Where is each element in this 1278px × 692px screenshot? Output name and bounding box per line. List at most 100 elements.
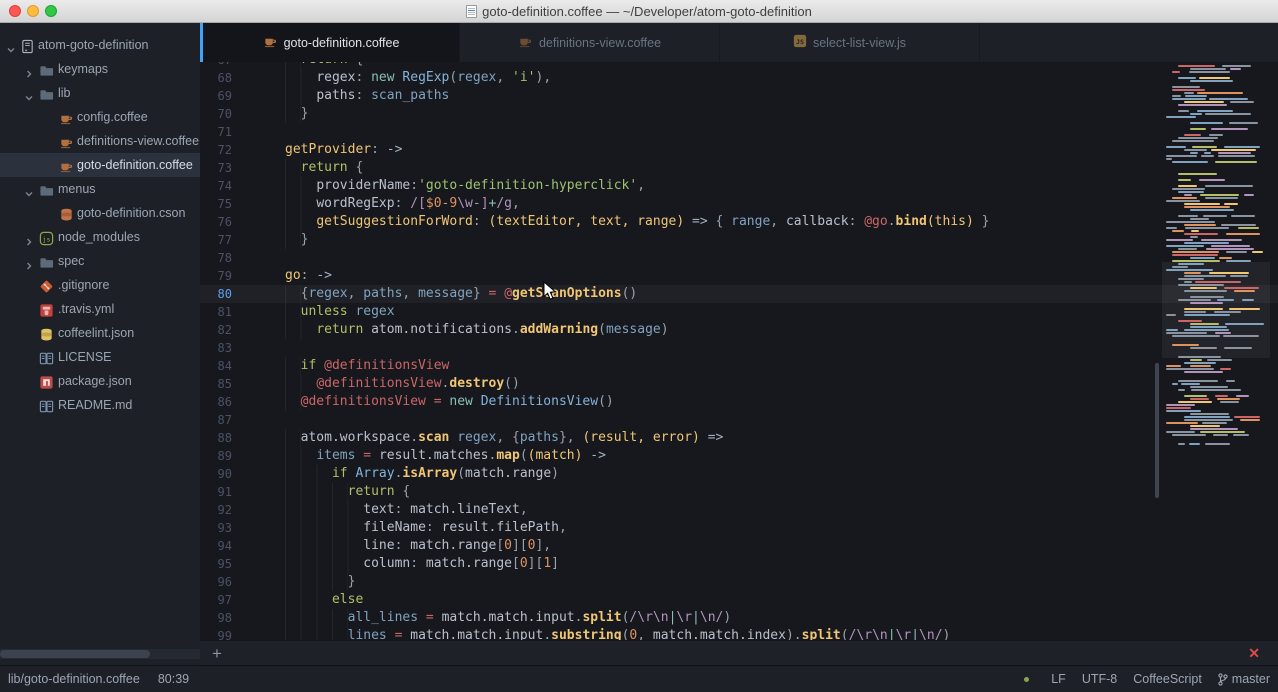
line-number[interactable]: 76 bbox=[200, 213, 232, 231]
tree-item-package-json[interactable]: package.json bbox=[0, 369, 200, 393]
code-line-80[interactable]: 80 {regex, paths, message} = @getScanOpt… bbox=[200, 285, 1278, 303]
tree-item-spec[interactable]: spec bbox=[0, 249, 200, 273]
code-line-67[interactable]: 67 return { bbox=[200, 62, 1278, 69]
line-number[interactable]: 71 bbox=[200, 123, 232, 141]
line-number[interactable]: 86 bbox=[200, 393, 232, 411]
tree-item-keymaps[interactable]: keymaps bbox=[0, 57, 200, 81]
tree-item-node-modules[interactable]: jsnode_modules bbox=[0, 225, 200, 249]
line-number[interactable]: 90 bbox=[200, 465, 232, 483]
line-number[interactable]: 91 bbox=[200, 483, 232, 501]
tree-item-readme-md[interactable]: README.md bbox=[0, 393, 200, 417]
plus-icon[interactable]: + bbox=[212, 642, 222, 665]
code-line-75[interactable]: 75 wordRegExp: /[$0-9\w-]+/g, bbox=[200, 195, 1278, 213]
line-number[interactable]: 93 bbox=[200, 519, 232, 537]
code-line-72[interactable]: 72getProvider: -> bbox=[200, 141, 1278, 159]
line-number[interactable]: 89 bbox=[200, 447, 232, 465]
line-number[interactable]: 85 bbox=[200, 375, 232, 393]
code-line-79[interactable]: 79go: -> bbox=[200, 267, 1278, 285]
line-number[interactable]: 81 bbox=[200, 303, 232, 321]
chevron-down-icon[interactable] bbox=[24, 183, 36, 195]
tree-item--travis-yml[interactable]: .travis.yml bbox=[0, 297, 200, 321]
code-line-70[interactable]: 70 } bbox=[200, 105, 1278, 123]
code-line-99[interactable]: 99 lines = match.match.input.substring(0… bbox=[200, 627, 1278, 640]
tree-horizontal-scrollbar[interactable] bbox=[0, 649, 200, 659]
line-number[interactable]: 82 bbox=[200, 321, 232, 339]
tab-goto-definition-coffee[interactable]: goto-definition.coffee bbox=[200, 23, 460, 62]
line-number[interactable]: 69 bbox=[200, 87, 232, 105]
line-number[interactable]: 95 bbox=[200, 555, 232, 573]
chevron-right-icon[interactable] bbox=[24, 63, 36, 75]
line-number[interactable]: 87 bbox=[200, 411, 232, 429]
code-line-89[interactable]: 89 items = result.matches.map((match) -> bbox=[200, 447, 1278, 465]
line-number[interactable]: 84 bbox=[200, 357, 232, 375]
code-line-85[interactable]: 85 @definitionsView.destroy() bbox=[200, 375, 1278, 393]
code-line-71[interactable]: 71 bbox=[200, 123, 1278, 141]
code-line-77[interactable]: 77 } bbox=[200, 231, 1278, 249]
code-line-96[interactable]: 96 } bbox=[200, 573, 1278, 591]
editor-vertical-scrollbar[interactable] bbox=[1155, 363, 1159, 498]
line-number[interactable]: 72 bbox=[200, 141, 232, 159]
code-line-87[interactable]: 87 bbox=[200, 411, 1278, 429]
code-line-93[interactable]: 93 fileName: result.filePath, bbox=[200, 519, 1278, 537]
line-number[interactable]: 99 bbox=[200, 627, 232, 640]
line-number[interactable]: 83 bbox=[200, 339, 232, 357]
line-number[interactable]: 80 bbox=[200, 285, 232, 303]
code-line-94[interactable]: 94 line: match.range[0][0], bbox=[200, 537, 1278, 555]
chevron-right-icon[interactable] bbox=[24, 231, 36, 243]
line-number[interactable]: 74 bbox=[200, 177, 232, 195]
tree-item--gitignore[interactable]: .gitignore bbox=[0, 273, 200, 297]
tree-item-definitions-view-coffee[interactable]: definitions-view.coffee bbox=[0, 129, 200, 153]
encoding-selector[interactable]: UTF-8 bbox=[1082, 672, 1117, 686]
line-number[interactable]: 70 bbox=[200, 105, 232, 123]
tree-item-lib[interactable]: lib bbox=[0, 81, 200, 105]
line-number[interactable]: 67 bbox=[200, 62, 232, 69]
line-number[interactable]: 73 bbox=[200, 159, 232, 177]
code-line-88[interactable]: 88 atom.workspace.scan regex, {paths}, (… bbox=[200, 429, 1278, 447]
code-line-92[interactable]: 92 text: match.lineText, bbox=[200, 501, 1278, 519]
line-number[interactable]: 68 bbox=[200, 69, 232, 87]
code-line-69[interactable]: 69 paths: scan_paths bbox=[200, 87, 1278, 105]
code-line-74[interactable]: 74 providerName:'goto-definition-hypercl… bbox=[200, 177, 1278, 195]
tab-definitions-view-coffee[interactable]: definitions-view.coffee bbox=[460, 23, 720, 62]
tree-item-config-coffee[interactable]: config.coffee bbox=[0, 105, 200, 129]
code-line-76[interactable]: 76 getSuggestionForWord: (textEditor, te… bbox=[200, 213, 1278, 231]
code-line-68[interactable]: 68 regex: new RegExp(regex, 'i'), bbox=[200, 69, 1278, 87]
code-line-91[interactable]: 91 return { bbox=[200, 483, 1278, 501]
tree-item-goto-definition-cson[interactable]: goto-definition.cson bbox=[0, 201, 200, 225]
code-line-78[interactable]: 78 bbox=[200, 249, 1278, 267]
code-line-82[interactable]: 82 return atom.notifications.addWarning(… bbox=[200, 321, 1278, 339]
line-number[interactable]: 94 bbox=[200, 537, 232, 555]
cursor-position[interactable]: 80:39 bbox=[158, 672, 189, 686]
code-line-86[interactable]: 86 @definitionsView = new DefinitionsVie… bbox=[200, 393, 1278, 411]
code-line-84[interactable]: 84 if @definitionsView bbox=[200, 357, 1278, 375]
line-ending-selector[interactable]: LF bbox=[1051, 672, 1066, 686]
close-icon[interactable]: ✕ bbox=[1248, 644, 1260, 663]
chevron-down-icon[interactable] bbox=[6, 39, 18, 51]
minimap[interactable] bbox=[1162, 62, 1270, 640]
line-number[interactable]: 98 bbox=[200, 609, 232, 627]
code-line-95[interactable]: 95 column: match.range[0][1] bbox=[200, 555, 1278, 573]
code-line-81[interactable]: 81 unless regex bbox=[200, 303, 1278, 321]
tree-scrollbar-handle[interactable] bbox=[0, 650, 150, 658]
line-number[interactable]: 97 bbox=[200, 591, 232, 609]
code-line-98[interactable]: 98 all_lines = match.match.input.split(/… bbox=[200, 609, 1278, 627]
text-editor[interactable]: 67 return {68 regex: new RegExp(regex, '… bbox=[200, 62, 1278, 640]
code-line-73[interactable]: 73 return { bbox=[200, 159, 1278, 177]
tree-item-goto-definition-coffee[interactable]: goto-definition.coffee bbox=[0, 153, 200, 177]
line-number[interactable]: 79 bbox=[200, 267, 232, 285]
tree-item-license[interactable]: LICENSE bbox=[0, 345, 200, 369]
line-number[interactable]: 78 bbox=[200, 249, 232, 267]
code-line-83[interactable]: 83 bbox=[200, 339, 1278, 357]
chevron-down-icon[interactable] bbox=[24, 87, 36, 99]
tab-select-list-view-js[interactable]: JSselect-list-view.js bbox=[720, 23, 980, 62]
tree-item-menus[interactable]: menus bbox=[0, 177, 200, 201]
grammar-selector[interactable]: CoffeeScript bbox=[1133, 672, 1202, 686]
line-number[interactable]: 88 bbox=[200, 429, 232, 447]
chevron-right-icon[interactable] bbox=[24, 255, 36, 267]
line-number[interactable]: 92 bbox=[200, 501, 232, 519]
line-number[interactable]: 96 bbox=[200, 573, 232, 591]
code-line-97[interactable]: 97 else bbox=[200, 591, 1278, 609]
line-number[interactable]: 77 bbox=[200, 231, 232, 249]
tree-item-atom-goto-definition[interactable]: atom-goto-definition bbox=[0, 33, 200, 57]
tree-item-coffeelint-json[interactable]: coffeelint.json bbox=[0, 321, 200, 345]
